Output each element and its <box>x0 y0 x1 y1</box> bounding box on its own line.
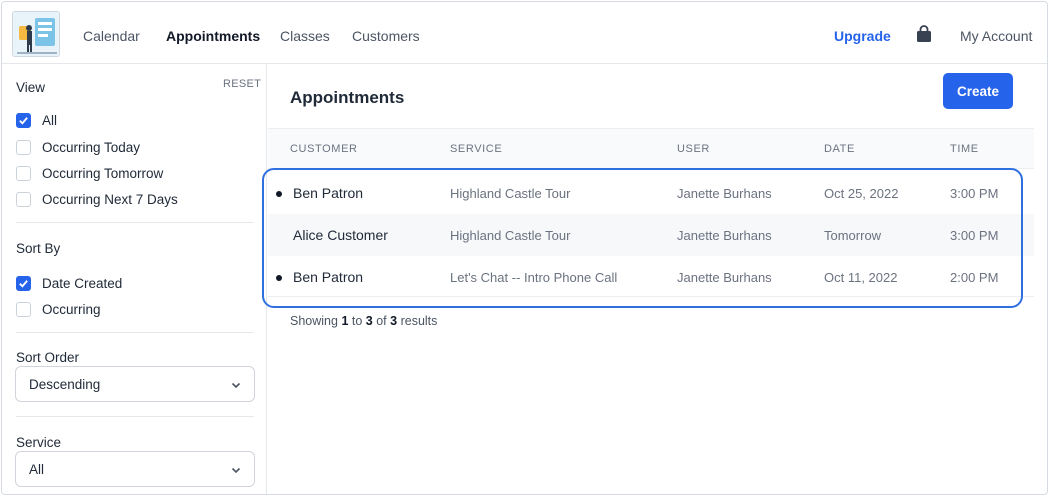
divider <box>16 332 254 333</box>
service-title: Service <box>16 435 62 450</box>
column-date[interactable]: DATE <box>824 143 855 155</box>
create-button[interactable]: Create <box>943 73 1013 109</box>
reset-button[interactable]: RESET <box>223 78 261 90</box>
results-summary: Showing 1 to 3 of 3 results <box>290 314 437 328</box>
page-title: Appointments <box>290 88 405 107</box>
sort-by-date-created[interactable]: Date Created <box>16 274 122 292</box>
cell-date: Oct 11, 2022 <box>824 270 898 285</box>
service-value: All <box>29 462 45 477</box>
column-service[interactable]: SERVICE <box>450 143 502 155</box>
cell-user: Janette Burhans <box>677 228 772 243</box>
column-user[interactable]: USER <box>677 143 710 155</box>
view-title: View <box>16 80 46 95</box>
view-option-all[interactable]: All <box>16 111 57 129</box>
checkbox-tomorrow[interactable] <box>16 165 31 181</box>
cell-user: Janette Burhans <box>677 270 772 285</box>
cell-time: 2:00 PM <box>950 270 999 285</box>
app-window: Calendar Appointments Classes Customers … <box>1 1 1048 495</box>
showing-suffix: results <box>400 314 438 328</box>
checkbox-next-7-days[interactable] <box>16 191 31 207</box>
table-header: CUSTOMER SERVICE USER DATE TIME <box>268 128 1034 169</box>
checkbox-occurring[interactable] <box>16 301 31 317</box>
view-option-label: All <box>42 112 58 128</box>
shopping-bag-icon[interactable] <box>914 24 934 44</box>
column-customer[interactable]: CUSTOMER <box>290 143 358 155</box>
showing-of-word: of <box>376 314 387 328</box>
cell-time: 3:00 PM <box>950 228 999 243</box>
sort-by-occurring[interactable]: Occurring <box>16 300 101 318</box>
service-select[interactable]: All <box>15 451 255 487</box>
view-option-tomorrow[interactable]: Occurring Tomorrow <box>16 164 163 182</box>
table-row[interactable]: Ben Patron Let's Chat -- Intro Phone Cal… <box>268 256 1034 298</box>
sort-order-select[interactable]: Descending <box>15 366 255 402</box>
table-row[interactable]: Ben Patron Highland Castle Tour Janette … <box>268 172 1034 214</box>
column-time[interactable]: TIME <box>950 143 979 155</box>
unread-dot <box>276 191 282 197</box>
divider <box>16 416 254 417</box>
divider <box>16 222 254 223</box>
checkbox-all[interactable] <box>16 112 31 128</box>
table-row[interactable]: Alice Customer Highland Castle Tour Jane… <box>268 214 1034 256</box>
cell-user: Janette Burhans <box>677 186 772 201</box>
cell-customer: Ben Patron <box>293 269 364 285</box>
sort-order-value: Descending <box>29 377 101 392</box>
view-option-label: Occurring Today <box>42 139 141 155</box>
cell-customer: Ben Patron <box>293 185 364 201</box>
cell-date: Oct 25, 2022 <box>824 186 899 201</box>
app-logo[interactable] <box>12 11 60 57</box>
cell-date: Tomorrow <box>824 228 882 243</box>
view-option-label: Occurring Tomorrow <box>42 165 164 181</box>
showing-prefix: Showing <box>290 314 338 328</box>
checkbox-today[interactable] <box>16 139 31 155</box>
showing-total: 3 <box>390 314 398 328</box>
nav-customers[interactable]: Customers <box>352 28 420 44</box>
appointments-panel: Appointments Create CUSTOMER SERVICE USE… <box>268 64 1047 494</box>
view-option-next-7-days[interactable]: Occurring Next 7 Days <box>16 190 178 208</box>
view-option-label: Occurring Next 7 Days <box>42 191 178 207</box>
sort-by-label: Date Created <box>42 275 123 291</box>
view-option-today[interactable]: Occurring Today <box>16 138 140 156</box>
checkbox-date-created[interactable] <box>16 275 31 291</box>
nav-calendar[interactable]: Calendar <box>83 28 140 44</box>
cell-service: Highland Castle Tour <box>450 228 571 243</box>
upgrade-link[interactable]: Upgrade <box>834 28 891 44</box>
filter-sidebar: View RESET All Occurring Today Occurring… <box>2 64 267 494</box>
my-account-link[interactable]: My Account <box>960 28 1032 44</box>
showing-from: 1 <box>341 314 349 328</box>
nav-classes[interactable]: Classes <box>280 28 330 44</box>
nav-appointments[interactable]: Appointments <box>166 28 260 44</box>
cell-customer: Alice Customer <box>293 227 388 243</box>
top-nav: Calendar Appointments Classes Customers … <box>2 2 1047 64</box>
sort-order-title: Sort Order <box>16 350 80 365</box>
cell-service: Highland Castle Tour <box>450 186 571 201</box>
unread-dot <box>276 275 282 281</box>
check-icon <box>19 116 28 125</box>
cell-service: Let's Chat -- Intro Phone Call <box>450 270 618 285</box>
chevron-down-icon <box>231 467 241 474</box>
cell-time: 3:00 PM <box>950 186 999 201</box>
chevron-down-icon <box>231 382 241 389</box>
showing-to-word: to <box>351 314 363 328</box>
sort-by-label: Occurring <box>42 301 101 317</box>
table-divider <box>268 296 1034 297</box>
sort-by-title: Sort By <box>16 241 61 256</box>
showing-to: 3 <box>365 314 373 328</box>
check-icon <box>19 279 28 288</box>
